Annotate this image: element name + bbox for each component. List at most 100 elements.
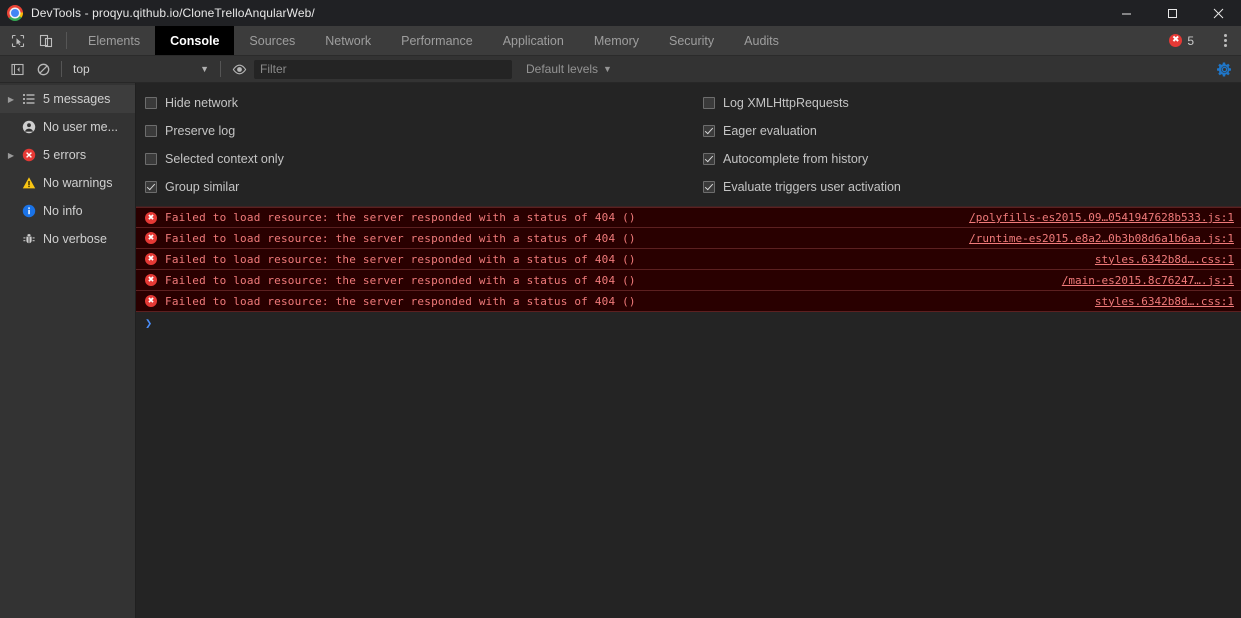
console-message-list: ✖ Failed to load resource: the server re… [136,207,1241,312]
setting-label: Log XMLHttpRequests [723,96,849,110]
window-title: DevTools - proqyu.qithub.io/CloneTrelloA… [31,6,315,20]
expand-arrow-icon[interactable]: ▶ [4,95,18,104]
setting-evaluate-triggers-user-activation[interactable]: Evaluate triggers user activation [703,173,901,201]
setting-label: Hide network [165,96,238,110]
maximize-icon[interactable] [1149,0,1195,26]
expand-arrow-icon[interactable]: ▶ [4,151,18,160]
console-message-source-link[interactable]: /main-es2015.8c76247….js:1 [1062,274,1234,287]
console-message-source-link[interactable]: styles.6342b8d….css:1 [1095,253,1234,266]
toolbar-divider [220,61,221,77]
chrome-logo-icon [7,5,23,21]
checkbox-checked-icon[interactable] [703,181,715,193]
sidebar-item-label: 5 errors [43,148,87,162]
settings-gear-icon[interactable] [1213,58,1235,80]
tab-performance[interactable]: Performance [386,26,488,55]
error-count-value: 5 [1187,33,1194,48]
sidebar-item-user-messages[interactable]: No user me... [0,113,135,141]
device-toolbar-icon[interactable] [32,26,60,55]
setting-selected-context-only[interactable]: Selected context only [145,145,698,173]
setting-autocomplete-from-history[interactable]: Autocomplete from history [703,145,901,173]
devtools-window: DevTools - proqyu.qithub.io/CloneTrelloA… [0,0,1241,618]
sidebar-item-verbose[interactable]: No verbose [0,225,135,253]
tab-security[interactable]: Security [654,26,729,55]
tab-audits[interactable]: Audits [729,26,794,55]
error-circle-icon: ✖ [145,295,157,307]
settings-column-right: Log XMLHttpRequests Eager evaluation Aut… [698,89,901,201]
log-levels-selector[interactable]: Default levels ▼ [526,62,612,76]
setting-eager-evaluation[interactable]: Eager evaluation [703,117,901,145]
checkbox-checked-icon[interactable] [703,153,715,165]
verbose-bug-icon [18,232,40,246]
setting-label: Preserve log [165,124,236,138]
console-message-row[interactable]: ✖ Failed to load resource: the server re… [136,249,1241,270]
setting-group-similar[interactable]: Group similar [145,173,698,201]
error-circle-icon: ✖ [145,232,157,244]
sidebar-item-label: No warnings [43,176,113,190]
tab-sources[interactable]: Sources [234,26,310,55]
tab-network[interactable]: Network [310,26,386,55]
console-message-source-link[interactable]: styles.6342b8d….css:1 [1095,295,1234,308]
live-expression-eye-icon[interactable] [226,57,252,81]
console-settings-panel: Hide network Preserve log Selected conte… [136,83,1241,207]
sidebar-item-messages[interactable]: ▶ 5 messages [0,85,135,113]
filter-input[interactable] [254,59,512,79]
console-message-text: Failed to load resource: the server resp… [165,273,636,287]
checkbox-unchecked-icon[interactable] [145,97,157,109]
tab-application[interactable]: Application [488,26,579,55]
setting-label: Autocomplete from history [723,152,869,166]
console-message-text: Failed to load resource: the server resp… [165,231,636,245]
warning-triangle-icon [18,176,40,190]
setting-log-xmlhttprequests[interactable]: Log XMLHttpRequests [703,89,901,117]
close-icon[interactable] [1195,0,1241,26]
setting-preserve-log[interactable]: Preserve log [145,117,698,145]
sidebar-item-label: No verbose [43,232,107,246]
checkbox-unchecked-icon[interactable] [145,125,157,137]
settings-column-left: Hide network Preserve log Selected conte… [136,89,698,201]
console-message-source-link[interactable]: /polyfills-es2015.09…0541947628b533.js:1 [969,211,1234,224]
error-count-badge[interactable]: ✖ 5 [1163,34,1200,48]
sidebar-item-errors[interactable]: ▶ 5 errors [0,141,135,169]
window-controls [1103,0,1241,26]
tab-memory[interactable]: Memory [579,26,654,55]
setting-label: Selected context only [165,152,284,166]
tab-list: Elements Console Sources Network Perform… [73,26,794,55]
console-message-row[interactable]: ✖ Failed to load resource: the server re… [136,228,1241,249]
info-circle-icon [18,204,40,218]
setting-hide-network[interactable]: Hide network [145,89,698,117]
tab-console[interactable]: Console [155,26,235,55]
console-empty-area[interactable] [136,334,1241,618]
title-bar: DevTools - proqyu.qithub.io/CloneTrelloA… [0,0,1241,26]
execution-context-selector[interactable]: top ▼ [67,59,215,79]
console-body: ▶ 5 messages No user me... ▶ 5 errors No… [0,83,1241,618]
checkbox-unchecked-icon[interactable] [145,153,157,165]
checkbox-unchecked-icon[interactable] [703,97,715,109]
checkbox-checked-icon[interactable] [145,181,157,193]
checkbox-checked-icon[interactable] [703,125,715,137]
console-message-row[interactable]: ✖ Failed to load resource: the server re… [136,291,1241,312]
console-message-text: Failed to load resource: the server resp… [165,211,636,224]
error-circle-icon: ✖ [1169,34,1183,47]
minimize-icon[interactable] [1103,0,1149,26]
console-message-text: Failed to load resource: the server resp… [165,252,636,266]
kebab-menu-icon[interactable] [1213,26,1237,55]
tab-elements[interactable]: Elements [73,26,155,55]
clear-console-icon[interactable] [30,57,56,81]
setting-label: Evaluate triggers user activation [723,180,901,194]
sidebar-item-info[interactable]: No info [0,197,135,225]
console-sidebar-toggle-icon[interactable] [4,57,30,81]
log-levels-label: Default levels [526,62,599,76]
console-sidebar: ▶ 5 messages No user me... ▶ 5 errors No… [0,83,136,618]
chevron-down-icon: ▼ [603,64,612,74]
console-message-row[interactable]: ✖ Failed to load resource: the server re… [136,270,1241,291]
console-message-row[interactable]: ✖ Failed to load resource: the server re… [136,207,1241,228]
sidebar-item-warnings[interactable]: No warnings [0,169,135,197]
console-message-source-link[interactable]: /runtime-es2015.e8a2…0b3b08d6a1b6aa.js:1 [969,232,1234,245]
inspect-element-icon[interactable] [4,26,32,55]
console-filter-toolbar: top ▼ Default levels ▼ [0,56,1241,83]
devtools-tab-bar: Elements Console Sources Network Perform… [0,26,1241,56]
error-circle-icon: ✖ [145,274,157,286]
sidebar-item-label: No info [43,204,83,218]
console-message-text: Failed to load resource: the server resp… [165,294,636,308]
console-prompt-row[interactable]: ❯ [136,312,1241,334]
sidebar-item-label: No user me... [43,120,119,134]
